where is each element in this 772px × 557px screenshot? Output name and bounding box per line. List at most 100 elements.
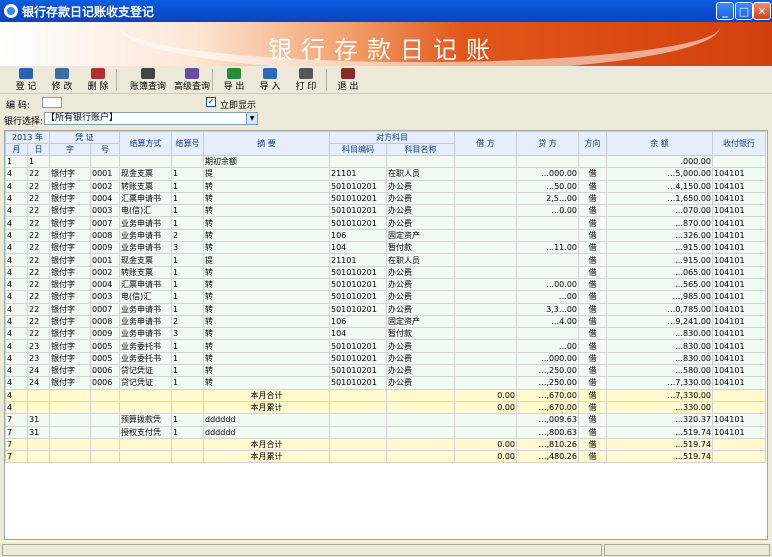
cell-settle-method: 汇票申请书 xyxy=(119,277,172,292)
cell-month: 7 xyxy=(5,413,28,427)
table-row[interactable]: 4 22 银付字 0009 业务申请书 3 转 104 暂付款 借 …830.00 104101 xyxy=(5,327,766,341)
table-row[interactable]: 4 22 银付字 0008 业务申请书 2 转 106 固定资产 借 …326.00 104101 xyxy=(5,228,766,243)
table-row[interactable]: 4 22 银付字 0003 电(信)汇 1 转 501010201 办公费 …00 借 …,985.0… xyxy=(5,290,766,304)
show-now-checkbox[interactable]: ✓ xyxy=(206,97,216,107)
code-input[interactable] xyxy=(42,97,62,108)
tb-exit-button[interactable]: 退 出 xyxy=(334,68,362,92)
cell-month: 4 xyxy=(5,241,28,255)
cell-account-code xyxy=(329,425,387,439)
table-row[interactable]: 4 22 银付字 0008 业务申请书 2 转 106 固定资产 …4.00 借 …9,241.00 1… xyxy=(5,314,766,329)
cell-voucher-no: 0008 xyxy=(90,228,120,243)
table-row[interactable]: 7 31 授权支付凭 1 dddddd …,800.63 借 …519.74 104101 xyxy=(5,425,766,439)
cell-voucher-word: 银付字 xyxy=(49,314,91,329)
tb-delete-button[interactable]: 删 除 xyxy=(82,68,114,92)
cell-debit xyxy=(454,277,517,292)
advanced-query-icon xyxy=(185,68,199,79)
edit-icon xyxy=(55,68,69,79)
cell-settle-no xyxy=(171,400,204,415)
cell-settle-no: 1 xyxy=(171,376,204,390)
table-row[interactable]: 4 22 银付字 0003 电(信)汇 1 转 501010201 办公费 …0.00 借 …070.… xyxy=(5,204,766,218)
cell-bank: 104101 xyxy=(712,216,766,230)
cell-account-code xyxy=(329,450,387,464)
cell-account-name: 固定资产 xyxy=(386,228,455,243)
cell-account-code: 501010201 xyxy=(329,204,387,218)
cell-direction: 借 xyxy=(578,265,607,279)
cell-account-code: 501010201 xyxy=(329,179,387,193)
table-row[interactable]: 7 本月累计 0.00 …,480.26 借 …519.74 xyxy=(5,450,766,464)
cell-balance: …9,241.00 xyxy=(606,314,713,329)
cell-voucher-no: 0007 xyxy=(90,302,120,316)
cell-direction: 借 xyxy=(578,339,607,353)
cell-debit xyxy=(454,228,517,243)
cell-direction: 借 xyxy=(578,191,607,206)
cell-credit: …,009.63 xyxy=(516,413,579,427)
cell-direction: 借 xyxy=(578,302,607,316)
table-row[interactable]: 4 22 银付字 0004 汇票申请书 1 转 501010201 办公费 …00.00 借 …565… xyxy=(5,277,766,292)
tb-advanced-query-button[interactable]: 高级查询 xyxy=(172,68,212,92)
table-row[interactable]: 1 1 期初余额 .000.00 xyxy=(5,154,766,169)
cell-voucher-no: 0001 xyxy=(90,167,120,181)
table-row[interactable]: 4 22 银付字 0009 业务申请书 3 转 104 暂付款 …11.00 借 …915.00 104… xyxy=(5,241,766,255)
cell-settle-no: 1 xyxy=(171,253,204,267)
cell-bank: 104101 xyxy=(712,167,766,181)
table-row[interactable]: 4 22 银付字 0002 转账支票 1 转 501010201 办公费 借 …065.00 1041… xyxy=(5,265,766,279)
table-row[interactable]: 4 22 银付字 0007 业务申请书 1 转 501010201 办公费 3,3…00 借 …0,7… xyxy=(5,302,766,316)
cell-settle-method: 业务申请书 xyxy=(119,241,172,255)
table-row[interactable]: 4 23 银付字 0005 业务委托书 1 转 501010201 办公费 …00 借 …830.00… xyxy=(5,339,766,353)
cell-voucher-no: 0002 xyxy=(90,265,120,279)
cell-voucher-word: 银付字 xyxy=(49,339,91,353)
table-row[interactable]: 4 本月合计 0.00 …,670.00 借 …7,330.00 xyxy=(5,388,766,402)
cell-summary: 转 xyxy=(203,364,330,378)
cell-account-name: 在职人员 xyxy=(386,167,455,181)
bank-select[interactable]: 【所有银行账户】 ▼ xyxy=(44,112,258,125)
cell-direction: 借 xyxy=(578,204,607,218)
cell-summary: 转 xyxy=(203,277,330,292)
cell-settle-method xyxy=(119,400,172,415)
table-row[interactable]: 4 22 银付字 0002 转账支票 1 转 501010201 办公费 …50.00 借 …4,15… xyxy=(5,179,766,193)
cell-day xyxy=(27,450,50,464)
tb-import-button[interactable]: 导 入 xyxy=(256,68,284,92)
maximize-button[interactable]: □ xyxy=(735,2,753,20)
table-row[interactable]: 4 23 银付字 0005 业务委托书 1 转 501010201 办公费 …000.00 借 …83… xyxy=(5,351,766,366)
cell-summary: 转 xyxy=(203,302,330,316)
table-row[interactable]: 4 本月累计 0.00 …,670.00 借 …330.00 xyxy=(5,400,766,415)
tb-print-button[interactable]: 打 印 xyxy=(292,68,320,92)
cell-day xyxy=(27,388,50,402)
table-row[interactable]: 4 22 银付字 0001 现金支票 1 提 21101 在职人员 …000.00 借 …5,000.… xyxy=(5,167,766,181)
tb-register-button[interactable]: 登 记 xyxy=(12,68,40,92)
cell-month: 4 xyxy=(5,290,28,304)
table-row[interactable]: 4 22 银付字 0004 汇票申请书 1 转 501010201 办公费 2,5…00 借 …1,6… xyxy=(5,191,766,206)
cell-direction: 借 xyxy=(578,179,607,193)
cell-month: 7 xyxy=(5,425,28,439)
table-row[interactable]: 4 22 银付字 0007 业务申请书 1 转 501010201 办公费 借 …870.00 104… xyxy=(5,216,766,230)
table-row[interactable]: 4 24 银付字 0006 贷记凭证 1 转 501010201 办公费 …,250.00 借 …7,… xyxy=(5,376,766,390)
cell-day: 23 xyxy=(27,351,50,366)
cell-balance: …830.00 xyxy=(606,339,713,353)
close-button[interactable]: ✕ xyxy=(753,2,771,20)
tb-export-button[interactable]: 导 出 xyxy=(220,68,248,92)
tb-edit-button[interactable]: 修 改 xyxy=(46,68,78,92)
cell-settle-method xyxy=(119,437,172,452)
cell-voucher-no: 0006 xyxy=(90,364,120,378)
cell-account-code xyxy=(329,437,387,452)
table-row[interactable]: 4 24 银付字 0006 贷记凭证 1 转 501010201 办公费 …,250.00 借 …58… xyxy=(5,364,766,378)
table-row[interactable]: 7 31 预算拨款凭 1 dddddd …,009.63 借 …320.37 104101 xyxy=(5,413,766,427)
cell-debit xyxy=(454,253,517,267)
cell-month: 4 xyxy=(5,204,28,218)
tb-account-query-button[interactable]: 账簿查询 xyxy=(128,68,168,92)
cell-credit: …00.00 xyxy=(516,277,579,292)
chevron-down-icon[interactable]: ▼ xyxy=(246,113,257,124)
cell-summary: 转 xyxy=(203,351,330,366)
cell-settle-no: 1 xyxy=(171,425,204,439)
cell-voucher-no: 0004 xyxy=(90,191,120,206)
cell-day: 22 xyxy=(27,327,50,341)
table-row[interactable]: 7 本月合计 0.00 …,810.26 借 …519.74 xyxy=(5,437,766,452)
table-row[interactable]: 4 22 银付字 0001 现金支票 1 提 21101 在职人员 借 …915.00 104101 xyxy=(5,253,766,267)
cell-settle-no: 1 xyxy=(171,216,204,230)
cell-account-name xyxy=(386,413,455,427)
cell-voucher-word: 银付字 xyxy=(49,277,91,292)
cell-bank: 104101 xyxy=(712,364,766,378)
cell-debit xyxy=(454,179,517,193)
minimize-button[interactable]: _ xyxy=(716,2,734,20)
cell-bank: 104101 xyxy=(712,290,766,304)
